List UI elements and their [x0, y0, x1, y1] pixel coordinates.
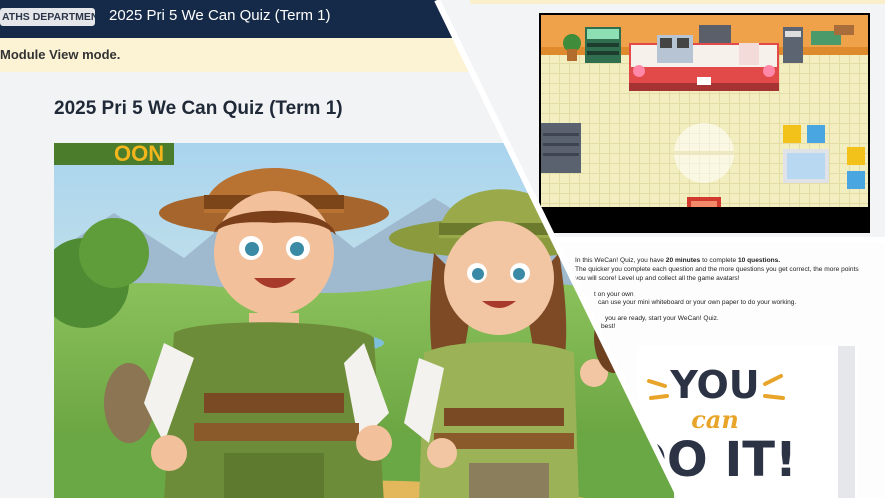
collage-dividers: [434, 0, 885, 498]
screenshot-collage: ATHS DEPARTMENT 2025 Pri 5 We Can Quiz (…: [0, 0, 885, 498]
